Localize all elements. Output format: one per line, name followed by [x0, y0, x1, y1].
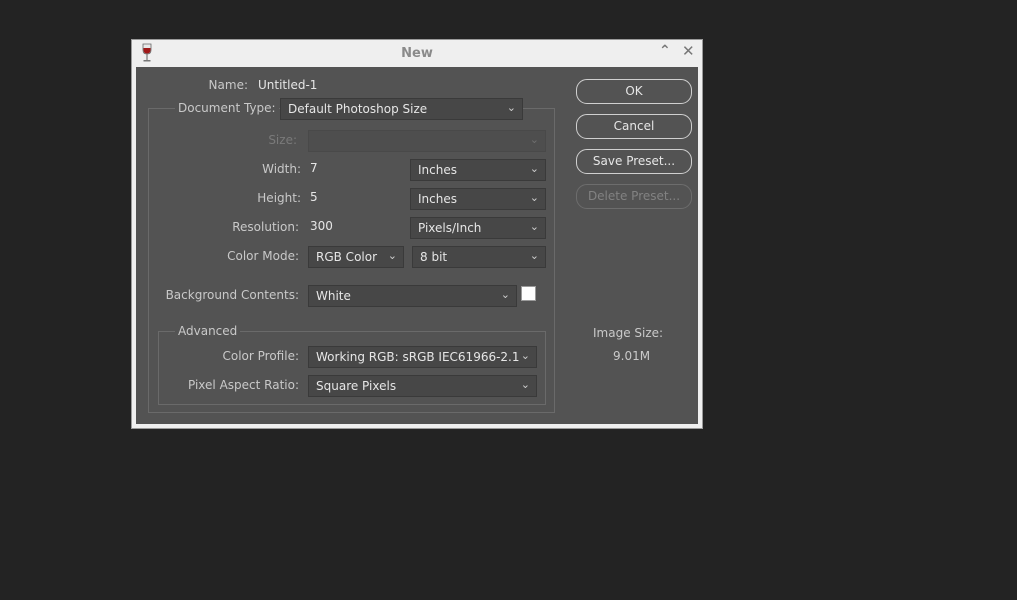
- color-profile-select[interactable]: Working RGB: sRGB IEC61966-2.1 ⌄: [308, 346, 537, 368]
- chevron-down-icon: ⌄: [500, 288, 510, 301]
- chevron-down-icon: ⌄: [529, 220, 539, 233]
- cancel-button[interactable]: Cancel: [576, 114, 692, 139]
- chevron-down-icon: ⌄: [529, 162, 539, 175]
- color-mode-select[interactable]: RGB Color ⌄: [308, 246, 404, 268]
- size-select[interactable]: ⌄: [308, 130, 546, 152]
- chevron-down-icon: ⌄: [520, 378, 530, 391]
- background-contents-select[interactable]: White ⌄: [308, 285, 517, 307]
- background-contents-value: White: [316, 289, 351, 303]
- chevron-down-icon: ⌄: [529, 249, 539, 262]
- resolution-input[interactable]: 300: [308, 216, 404, 238]
- close-icon[interactable]: ✕: [682, 42, 695, 60]
- bit-depth-value: 8 bit: [420, 250, 448, 264]
- document-type-select[interactable]: Default Photoshop Size ⌄: [280, 98, 523, 120]
- width-input[interactable]: 7: [308, 158, 404, 180]
- advanced-label: Advanced: [175, 324, 241, 338]
- background-color-swatch[interactable]: [521, 286, 536, 301]
- chevron-down-icon: ⌄: [520, 349, 530, 362]
- background-contents-label: Background Contents:: [165, 288, 299, 302]
- pixel-aspect-ratio-select[interactable]: Square Pixels ⌄: [308, 375, 537, 397]
- new-document-dialog: New ⌃ ✕ Name: Untitled-1 Document Type: …: [131, 39, 703, 429]
- save-preset-button[interactable]: Save Preset...: [576, 149, 692, 174]
- height-unit-select[interactable]: Inches ⌄: [410, 188, 546, 210]
- title-bar[interactable]: New ⌃ ✕: [132, 40, 702, 67]
- dialog-body: Name: Untitled-1 Document Type: Default …: [136, 67, 698, 424]
- chevron-down-icon: ⌄: [506, 101, 516, 114]
- width-label: Width:: [262, 162, 301, 176]
- image-size-value: 9.01M: [613, 349, 651, 363]
- size-label: Size:: [268, 133, 297, 147]
- delete-preset-button[interactable]: Delete Preset...: [576, 184, 692, 209]
- ok-button[interactable]: OK: [576, 79, 692, 104]
- chevron-down-icon: ⌄: [387, 249, 397, 262]
- name-field[interactable]: Untitled-1: [258, 78, 317, 92]
- height-unit-value: Inches: [418, 192, 457, 206]
- pixel-aspect-ratio-value: Square Pixels: [316, 379, 397, 393]
- chevron-down-icon: ⌄: [529, 191, 539, 204]
- chevron-up-icon[interactable]: ⌃: [659, 43, 671, 59]
- image-size-label: Image Size:: [593, 326, 664, 340]
- color-profile-value: Working RGB: sRGB IEC61966-2.1: [316, 350, 520, 364]
- height-label: Height:: [257, 191, 301, 205]
- width-unit-value: Inches: [418, 163, 457, 177]
- height-input[interactable]: 5: [308, 187, 404, 209]
- resolution-unit-select[interactable]: Pixels/Inch ⌄: [410, 217, 546, 239]
- resolution-label: Resolution:: [232, 220, 299, 234]
- color-mode-label: Color Mode:: [227, 249, 299, 263]
- dialog-title: New: [401, 46, 433, 61]
- width-unit-select[interactable]: Inches ⌄: [410, 159, 546, 181]
- color-profile-label: Color Profile:: [222, 349, 300, 363]
- color-mode-value: RGB Color: [316, 250, 378, 264]
- name-label: Name:: [208, 78, 248, 92]
- resolution-unit-value: Pixels/Inch: [418, 221, 482, 235]
- document-type-label: Document Type:: [175, 101, 279, 115]
- chevron-down-icon: ⌄: [529, 133, 539, 146]
- bit-depth-select[interactable]: 8 bit ⌄: [412, 246, 546, 268]
- pixel-aspect-ratio-label: Pixel Aspect Ratio:: [188, 378, 299, 392]
- document-type-value: Default Photoshop Size: [288, 102, 428, 116]
